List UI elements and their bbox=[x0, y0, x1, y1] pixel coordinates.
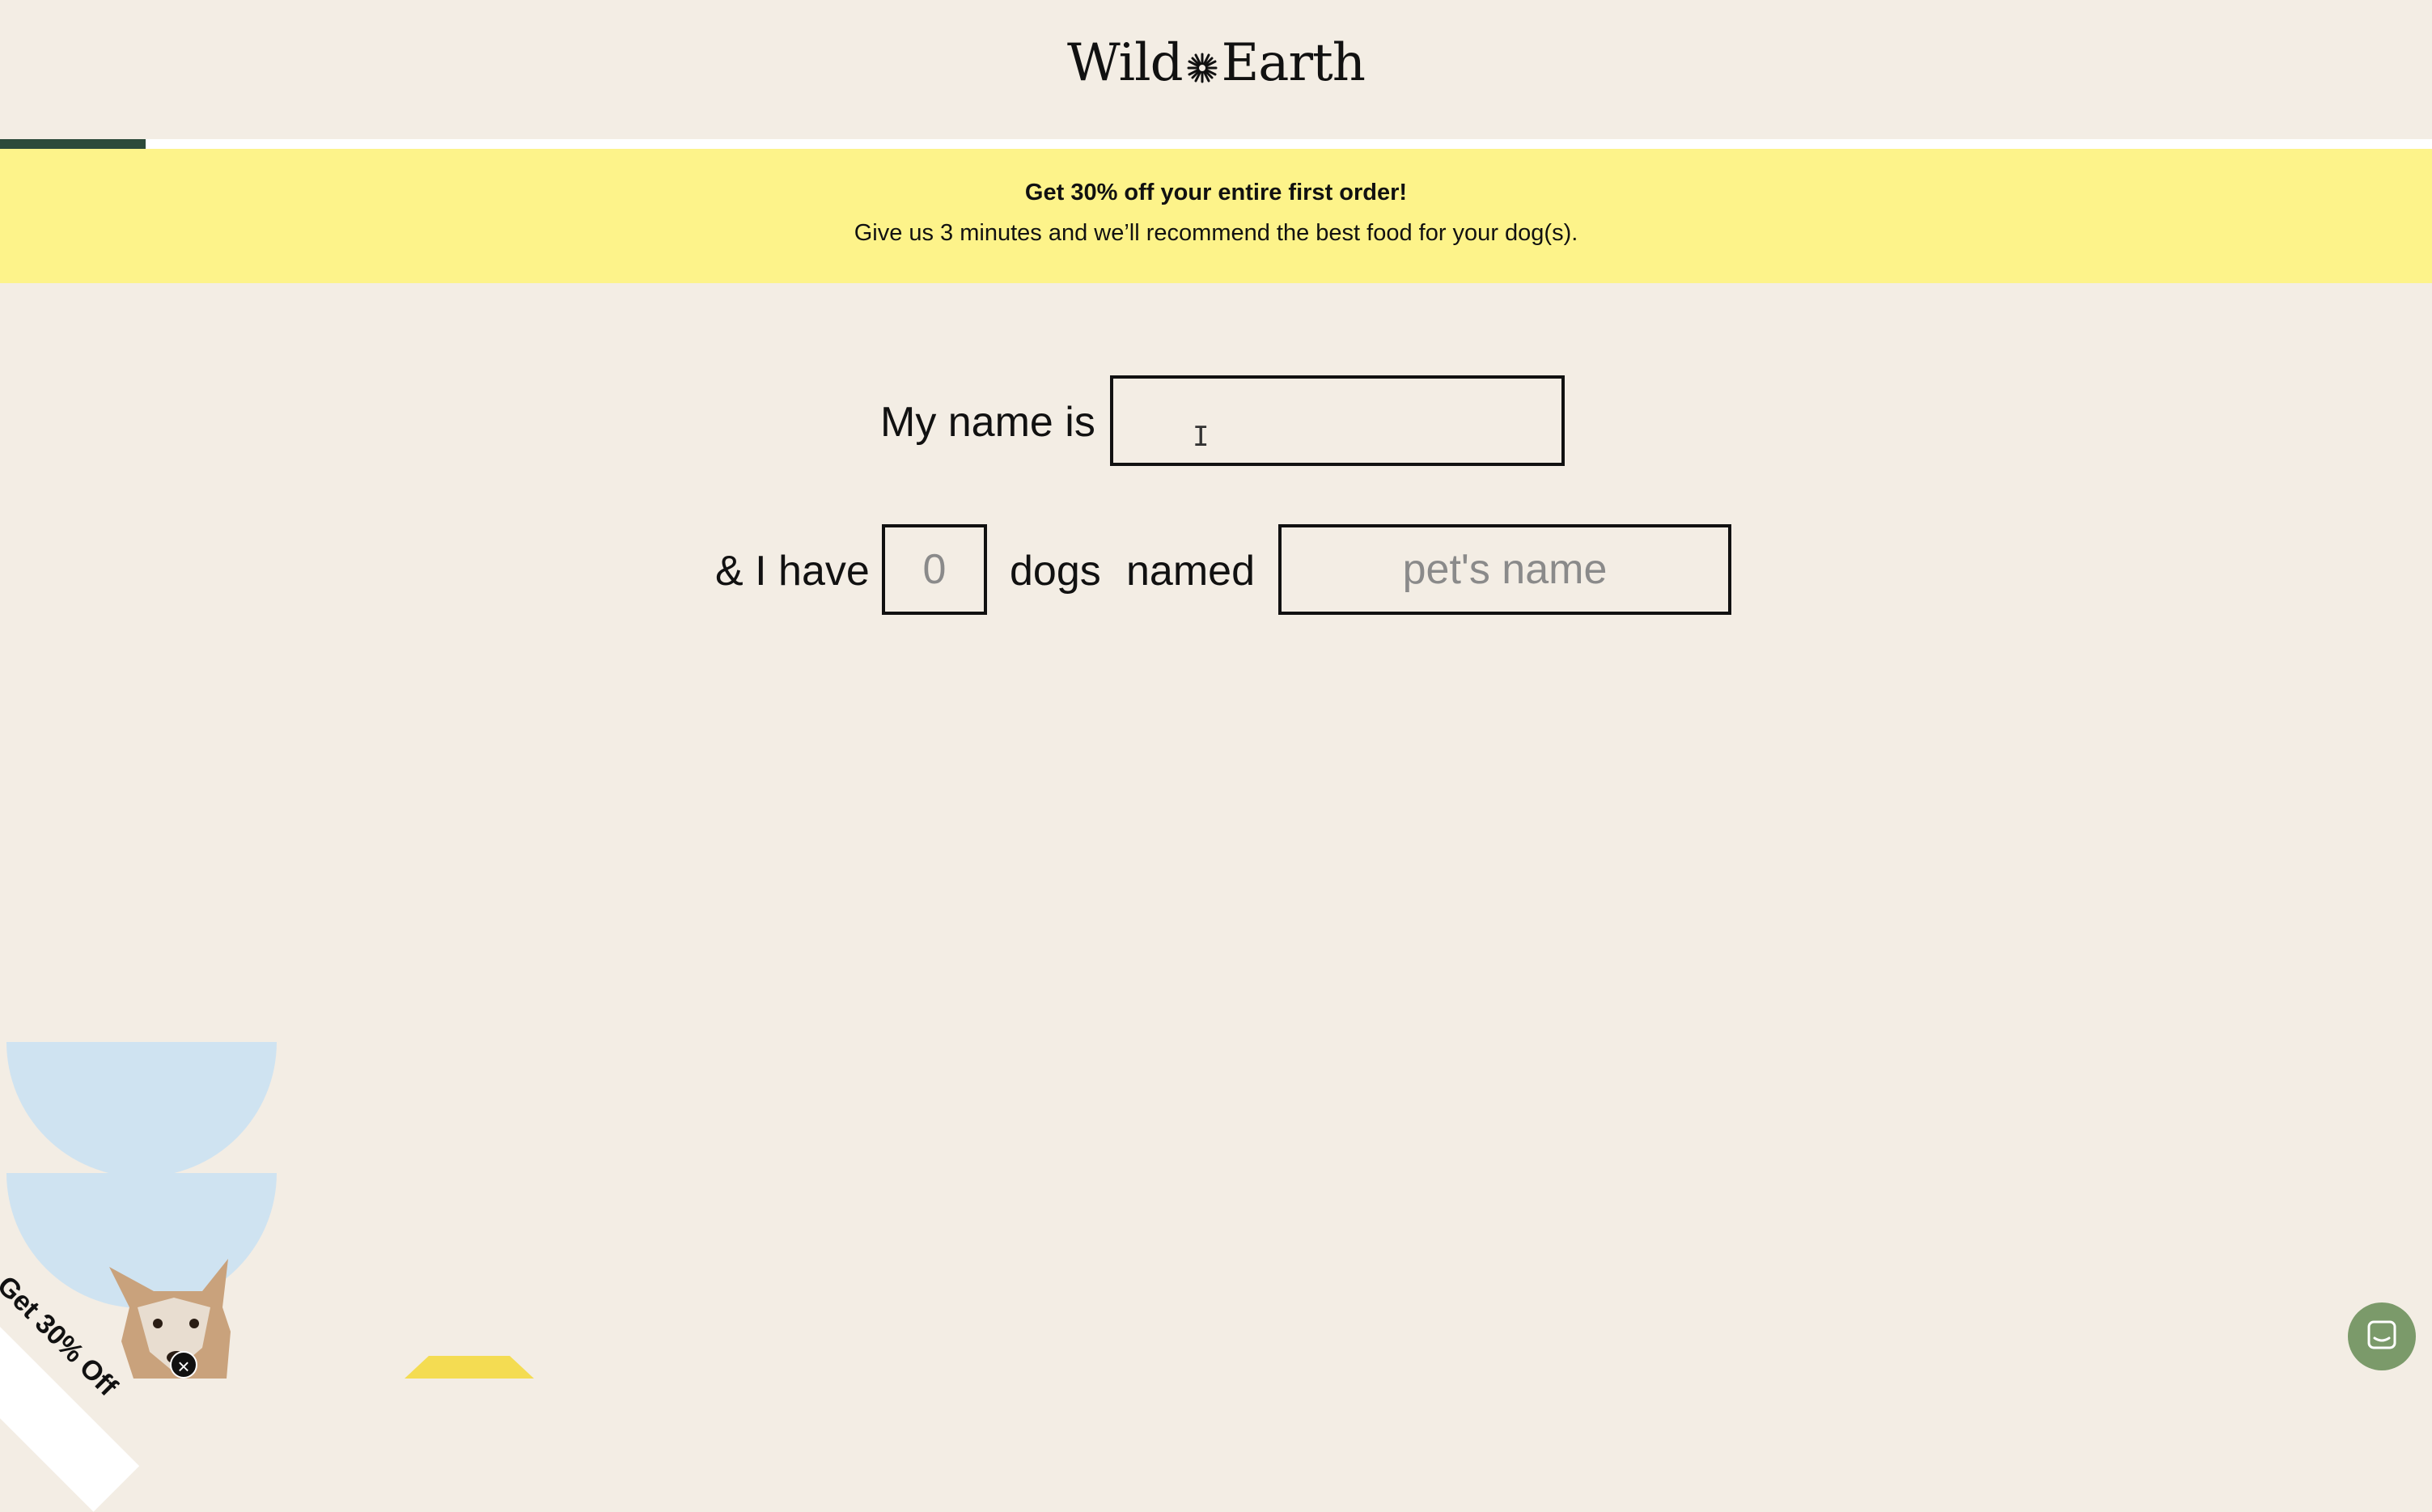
blue-half-circle-top bbox=[6, 1042, 277, 1177]
sun-flower-icon bbox=[1186, 35, 1218, 100]
dog-count-input[interactable] bbox=[882, 524, 987, 615]
quiz-progress-bar bbox=[0, 139, 2432, 149]
named-label: named bbox=[1126, 548, 1255, 595]
brand-name-right: Earth bbox=[1221, 33, 1366, 93]
close-icon[interactable]: × bbox=[170, 1351, 197, 1379]
name-label: My name is bbox=[880, 399, 1095, 446]
have-label: & I have bbox=[715, 548, 870, 595]
promo-headline: Get 30% off your entire first order! bbox=[1024, 180, 1408, 205]
dogs-label: dogs bbox=[1010, 548, 1101, 595]
promo-subtext: Give us 3 minutes and we’ll recommend th… bbox=[854, 220, 1578, 246]
chat-bubble-icon bbox=[2367, 1320, 2396, 1349]
yellow-shape bbox=[405, 1356, 534, 1379]
owner-name-input[interactable] bbox=[1110, 375, 1565, 466]
quiz-progress-fill bbox=[0, 139, 146, 149]
wildearth-logo[interactable]: Wild Earth bbox=[0, 31, 2432, 100]
promo-banner: Get 30% off your entire first order! Giv… bbox=[0, 149, 2432, 283]
brand-name-left: Wild bbox=[1067, 33, 1184, 93]
text-cursor-icon: I bbox=[1193, 421, 1210, 453]
pet-name-input[interactable] bbox=[1278, 524, 1731, 615]
chat-launcher-button[interactable] bbox=[2348, 1302, 2416, 1370]
